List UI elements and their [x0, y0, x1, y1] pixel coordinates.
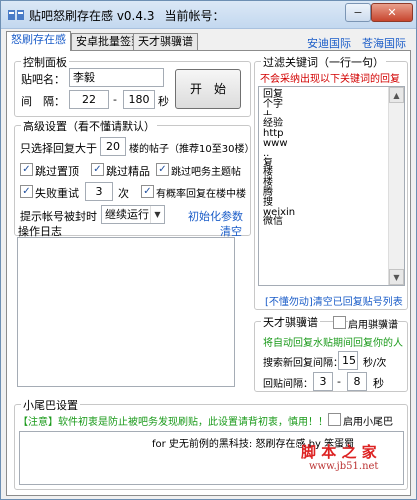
clear-replied-link[interactable]: [不懂勿动]清空已回复贴号列表: [265, 293, 403, 308]
reply-count-input[interactable]: 20: [100, 137, 126, 156]
tiancai-title: 天才骐骥谱: [261, 314, 320, 330]
tail-notice: 【注意】软件初衷是防止被吧务发现刷贴，此设置请背初衷，慎用！！！: [18, 417, 338, 428]
search-interval-unit: 秒/次: [363, 358, 387, 369]
interval-unit: 秒: [158, 95, 169, 108]
close-button[interactable]: ✕: [371, 3, 413, 22]
account-label: 当前帐号：: [164, 9, 225, 23]
tail-enable-label: 启用小尾巴: [343, 417, 393, 428]
skip-owner-label: 跳过吧务主题帖: [171, 167, 241, 178]
search-interval-input[interactable]: 15: [338, 351, 358, 370]
skip-top-checkbox[interactable]: [20, 163, 33, 176]
title-bar: 贴吧怒刷存在感 v0.4.3 当前帐号： − ✕: [1, 1, 416, 29]
control-panel-title: 控制面板: [21, 54, 69, 70]
tiancai-desc: 将自动回复水贴期间回复你的人: [263, 338, 403, 349]
fail-retry-label: 失败重试: [35, 187, 79, 200]
control-panel: 控制面板 贴吧名： 李毅 间 隔： 22 - 180 秒 开 始: [14, 54, 251, 117]
reply-interval-from-input[interactable]: 3: [313, 372, 333, 391]
filter-panel: 过滤关键词（一行一句） 不会采纳出现以下关键词的回复 回复 个字 ㅗ 经验 ht…: [254, 54, 408, 310]
tab-tiancai[interactable]: 天才骐骥谱: [133, 33, 198, 51]
filter-keywords-textarea[interactable]: 回复 个字 ㅗ 经验 http www .. 复 楼 楼 腾 搜 weixin …: [258, 86, 405, 286]
app-window: 贴吧怒刷存在感 v0.4.3 当前帐号： − ✕ 怒刷存在感 安卓批量签到 天才骐…: [0, 0, 417, 500]
tiancai-enable-checkbox[interactable]: [333, 316, 346, 329]
skip-fine-checkbox[interactable]: [91, 163, 104, 176]
link-canghai[interactable]: 苍海国际: [362, 35, 406, 51]
chevron-down-icon: ▼: [150, 206, 164, 223]
advanced-title: 高级设置（看不懂请默认）: [21, 118, 157, 134]
blocked-action-select[interactable]: 继续运行 ▼: [101, 205, 165, 224]
window-title-text: 贴吧怒刷存在感 v0.4.3: [29, 9, 155, 23]
reply-interval-dash: -: [337, 375, 341, 388]
tiancai-enable-label: 启用骐骥谱: [348, 316, 398, 331]
init-params-link[interactable]: 初始化参数: [188, 208, 243, 224]
tail-title: 小尾巴设置: [21, 397, 80, 413]
interval-dash: -: [113, 93, 117, 106]
fail-retry-checkbox[interactable]: [20, 185, 33, 198]
blocked-action-value: 继续运行: [105, 208, 149, 221]
reply-interval-unit: 秒: [373, 377, 384, 390]
reply-prefix: 只选择回复大于: [20, 142, 97, 155]
filter-keywords-list: 回复 个字 ㅗ 经验 http www .. 复 楼 楼 腾 搜 weixin …: [263, 90, 295, 227]
scroll-down-icon[interactable]: ▼: [389, 269, 404, 285]
prob-reply-checkbox[interactable]: [141, 185, 154, 198]
scroll-up-icon[interactable]: ▲: [389, 87, 404, 103]
skip-fine-label: 跳过精品: [106, 165, 150, 178]
filter-scrollbar[interactable]: ▲ ▼: [388, 87, 404, 285]
minimize-button[interactable]: −: [345, 3, 371, 22]
watermark-brand: 脚 本 之 家: [301, 443, 377, 461]
reply-interval-to-input[interactable]: 8: [347, 372, 367, 391]
skip-top-label: 跳过置顶: [35, 165, 79, 178]
app-icon: [8, 10, 24, 20]
bar-name-input[interactable]: 李毅: [69, 68, 164, 87]
skip-owner-checkbox[interactable]: [156, 163, 169, 176]
interval-label: 间 隔：: [21, 95, 65, 108]
watermark-url: www.jb51.net: [309, 461, 379, 472]
blocked-label: 提示帐号被封时: [20, 210, 97, 223]
start-button[interactable]: 开 始: [175, 69, 241, 109]
filter-hint: 不会采纳出现以下关键词的回复: [260, 74, 400, 85]
window-title: 贴吧怒刷存在感 v0.4.3 当前帐号：: [29, 7, 224, 24]
advanced-settings: 高级设置（看不懂请默认） 只选择回复大于 20 楼的帖子（推荐10至30楼） 跳…: [14, 118, 255, 236]
reply-interval-label: 回贴间隔：: [263, 379, 313, 390]
fail-retry-unit: 次: [118, 187, 129, 200]
bar-label: 贴吧名：: [21, 73, 65, 86]
interval-from-input[interactable]: 22: [69, 90, 109, 109]
link-andi[interactable]: 安迪国际: [307, 35, 351, 51]
fail-retry-input[interactable]: 3: [85, 182, 113, 201]
main-panel: 控制面板 贴吧名： 李毅 间 隔： 22 - 180 秒 开 始 高级设置（看不…: [6, 50, 411, 496]
tiancai-panel: 天才骐骥谱 启用骐骥谱 将自动回复水贴期间回复你的人 搜索新回复间隔： 15 秒…: [254, 314, 408, 392]
filter-title: 过滤关键词（一行一句）: [261, 54, 386, 70]
search-interval-label: 搜索新回复间隔：: [263, 358, 343, 369]
keyword: 微信: [263, 216, 283, 228]
tab-bar: 怒刷存在感 安卓批量签到 天才骐骥谱 安迪国际 苍海国际: [1, 31, 416, 51]
reply-suffix: 楼的帖子（推荐10至30楼）: [129, 144, 255, 155]
tab-shua-cunzaigan[interactable]: 怒刷存在感: [6, 31, 71, 51]
interval-to-input[interactable]: 180: [123, 90, 155, 109]
tail-enable-checkbox[interactable]: [328, 413, 341, 426]
oplog-textarea[interactable]: [17, 237, 235, 387]
prob-reply-label: 有概率回复在楼中楼: [156, 189, 246, 200]
